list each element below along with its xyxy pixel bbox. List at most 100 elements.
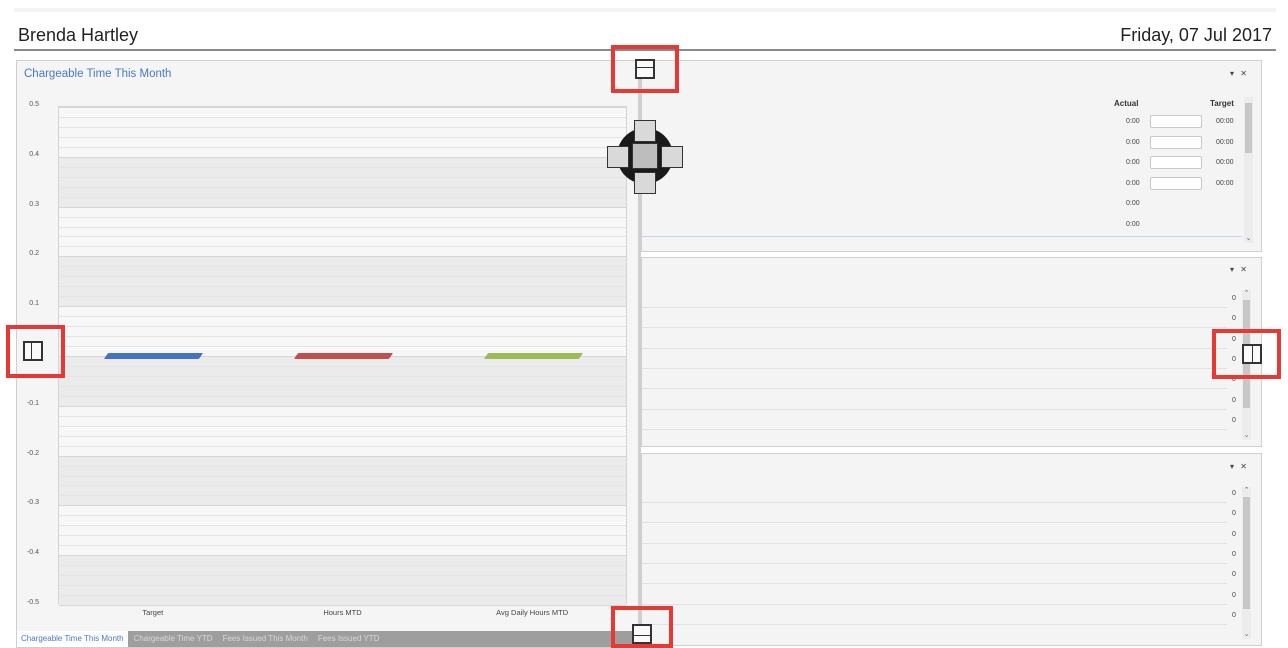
chart-gridline [59,605,626,606]
chart-bar-2[interactable] [483,353,583,359]
row-line [642,562,1227,564]
chart-band [59,405,626,456]
row-line [642,502,1227,503]
panel-controls[interactable]: ▾ ✕ [1230,462,1249,471]
current-date: Friday, 07 Jul 2017 [1120,25,1272,45]
y-tick-label: -0.3 [26,499,39,507]
chart-minor-gridline [59,296,626,298]
actual-value: 0:00 [1126,138,1140,146]
chart-bar-0[interactable] [104,353,204,359]
vertical-scrollbar[interactable]: ⌃ ⌄ [1242,487,1251,639]
chart-plot-area [58,106,627,606]
x-tick-label: Target [142,608,164,617]
row-line [642,522,1227,524]
chart-minor-gridline [59,176,626,178]
tab-3[interactable]: Fees Issued YTD [314,631,384,647]
chart-minor-gridline [59,545,626,547]
value-label: 0 [1232,530,1236,538]
hours-input[interactable] [1150,135,1202,149]
chart-minor-gridline [59,226,626,228]
scroll-up-icon[interactable]: ⌃ [1242,290,1251,298]
row-line [642,623,1227,625]
actual-value: 0:00 [1126,118,1140,125]
chart-gridline [59,256,626,258]
row-line [642,367,1227,369]
top-strip [14,8,1276,12]
right-panel-bottom: ▾ ✕ 0 0 0 0 0 0 0 ⌃ ⌄ [641,453,1262,646]
chart-minor-gridline [59,116,626,118]
chart-minor-gridline [59,445,626,447]
chart-minor-gridline [59,276,626,278]
chart-minor-gridline [59,485,626,487]
dock-right-target[interactable] [1212,329,1281,379]
value-label: 0 [1232,611,1236,619]
chart-minor-gridline [59,435,626,437]
dock-compass-center-icon[interactable] [632,143,658,169]
actual-column-header: Actual [1114,99,1139,108]
y-tick-label: 0.4 [29,150,39,158]
chart-gridline [59,306,626,308]
row-line [642,542,1227,544]
scroll-down-icon[interactable]: ⌄ [1242,432,1251,440]
chart-minor-gridline [59,266,626,268]
chart-minor-gridline [59,336,626,338]
chart-gridline [59,156,626,158]
dock-compass-left-icon[interactable] [607,146,629,168]
dock-left-target[interactable] [6,325,65,378]
right-panel-middle: ▾ ✕ 0000000 ⌃ ⌄ [641,257,1262,447]
chart-minor-gridline [59,465,626,467]
target-value: 00:00 [1216,179,1234,187]
row-line [642,388,1227,390]
chart-minor-gridline [59,375,626,377]
chargeable-time-panel: Chargeable Time This Month Chargeable Ti… [16,60,640,648]
scroll-down-icon[interactable]: ⌄ [1244,235,1253,243]
chart-minor-gridline [59,515,626,517]
tab-1[interactable]: Chargeable Time YTD [130,631,217,647]
chart-minor-gridline [59,186,626,188]
tab-0[interactable]: Chargeable Time This Month [17,631,128,647]
scrollbar-thumb[interactable] [1243,497,1250,609]
panel-title: Chargeable Time This Month [24,68,172,80]
chart-gridline [59,455,626,457]
chart-gridline [59,505,626,507]
y-tick-label: 0.3 [29,200,39,208]
chart-minor-gridline [59,246,626,248]
dock-compass-bottom-icon[interactable] [634,172,656,194]
chart-gridline [59,206,626,208]
row-line [642,347,1227,349]
chart-minor-gridline [59,365,626,367]
chart-band [59,505,626,556]
value-label: 0 [1232,571,1236,579]
scroll-down-icon[interactable]: ⌄ [1242,631,1251,639]
dock-top-target[interactable] [611,45,679,93]
value-label: 0 [1232,510,1236,518]
vertical-scrollbar[interactable]: ⌄ [1244,97,1253,243]
dock-compass-right-icon[interactable] [661,146,683,168]
hours-summary-panel: ▾ ✕ Actual Target 0:00 00:00 0:00 00:00 0:00… [641,60,1262,252]
chart-gridline [59,555,626,557]
value-label: 0 [1232,550,1236,558]
hours-input[interactable] [1150,115,1202,128]
chart-band [59,555,626,605]
dock-compass-top-icon[interactable] [634,120,656,142]
dock-top-icon [635,59,655,79]
chart-band [59,156,626,207]
chart-minor-gridline [59,196,626,198]
actual-value: 0:00 [1126,220,1140,228]
panel-controls[interactable]: ▾ ✕ [1230,69,1249,78]
hours-input[interactable] [1150,176,1202,190]
target-value: 00:00 [1216,138,1234,146]
tab-2[interactable]: Fees Issued This Month [219,631,312,647]
dock-bottom-target[interactable] [611,606,673,648]
chart-bar-1[interactable] [293,353,394,359]
chart-minor-gridline [59,425,626,427]
scroll-up-icon[interactable]: ⌃ [1242,487,1251,495]
panel-controls[interactable]: ▾ ✕ [1230,265,1249,274]
scrollbar-thumb[interactable] [1245,103,1252,153]
chart-gridline [59,405,626,407]
chart-minor-gridline [59,166,626,168]
hours-input[interactable] [1150,156,1202,169]
row-line [642,583,1227,585]
dock-bottom-icon [632,624,652,644]
value-label: 0 [1232,416,1236,424]
